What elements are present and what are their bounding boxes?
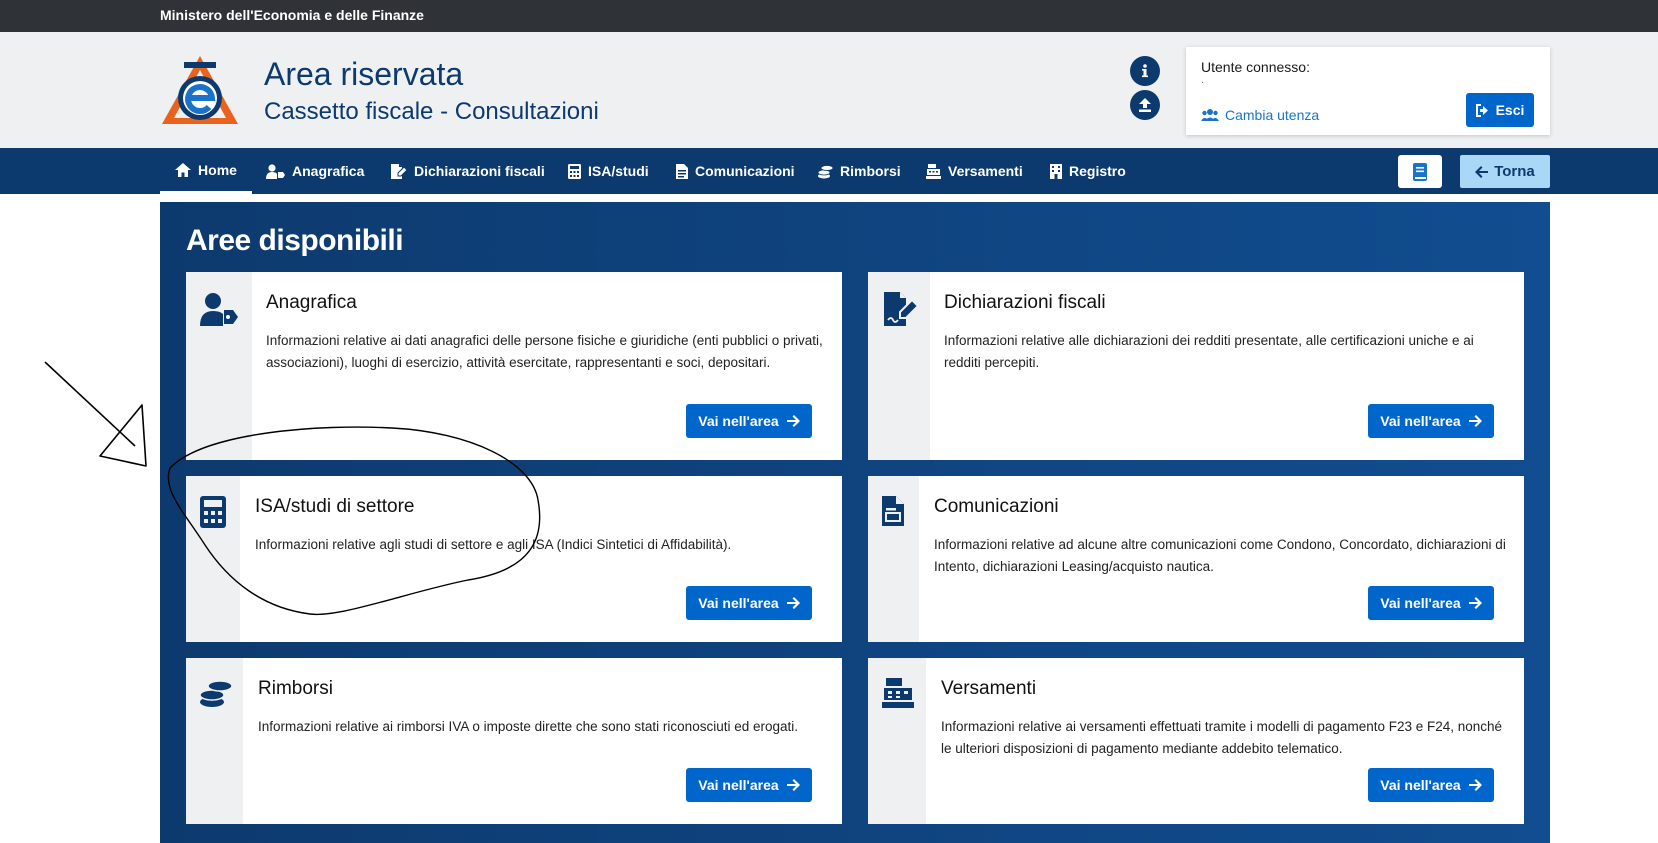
nav-registro-label: Registro — [1069, 163, 1126, 179]
back-button[interactable]: Torna — [1460, 155, 1550, 188]
arrow-right-icon — [1468, 415, 1482, 427]
arrow-right-icon — [1468, 779, 1482, 791]
card-description: Informazioni relative ai rimborsi IVA o … — [258, 719, 798, 734]
card-versamenti: Versamenti Informazioni relative ai vers… — [868, 658, 1524, 824]
home-icon — [175, 162, 192, 177]
main-nav: Home Anagrafica Dichiarazioni fiscali IS… — [0, 148, 1658, 194]
card-description: Informazioni relative agli studi di sett… — [255, 537, 732, 552]
card-dichiarazioni-fiscali: Dichiarazioni fiscali Informazioni relat… — [868, 272, 1524, 460]
nav-versamenti[interactable]: Versamenti — [926, 148, 1023, 194]
go-to-area-label: Vai nell'area — [1380, 777, 1461, 793]
card-anagrafica: Anagrafica Informazioni relative ai dati… — [186, 272, 842, 460]
nav-isa[interactable]: ISA/studi — [568, 148, 649, 194]
card-description: Informazioni relative alle dichiarazioni… — [944, 333, 1474, 370]
go-to-area-label: Vai nell'area — [1380, 413, 1461, 429]
arrow-left-icon — [1475, 165, 1489, 178]
arrow-right-icon — [786, 415, 800, 427]
areas-title: Aree disponibili — [186, 224, 404, 257]
user-tag-icon — [200, 293, 238, 326]
card-description: Informazioni relative ai dati anagrafici… — [266, 333, 823, 370]
card-title: Dichiarazioni fiscali — [944, 292, 1106, 313]
go-to-area-label: Vai nell'area — [698, 413, 779, 429]
user-name-placeholder: · — [1201, 77, 1205, 88]
nav-comunicazioni[interactable]: Comunicazioni — [676, 148, 795, 194]
document-icon — [676, 163, 688, 179]
nav-rimborsi[interactable]: Rimborsi — [818, 148, 901, 194]
nav-home-label: Home — [198, 161, 237, 178]
sign-out-icon — [1475, 103, 1488, 117]
nav-rimborsi-label: Rimborsi — [840, 163, 901, 179]
back-label: Torna — [1494, 163, 1535, 180]
nav-versamenti-label: Versamenti — [948, 163, 1023, 179]
go-to-area-label: Vai nell'area — [1380, 595, 1461, 611]
upload-icon — [1139, 98, 1151, 112]
nav-registro[interactable]: Registro — [1050, 148, 1126, 194]
go-to-area-button[interactable]: Vai nell'area — [1368, 768, 1494, 802]
calculator-icon — [200, 496, 226, 528]
go-to-area-button[interactable]: Vai nell'area — [686, 404, 812, 438]
go-to-area-label: Vai nell'area — [698, 777, 779, 793]
card-description: Informazioni relative ad alcune altre co… — [934, 537, 1506, 574]
nav-isa-label: ISA/studi — [588, 163, 649, 179]
info-button[interactable] — [1130, 56, 1160, 86]
change-user-link[interactable]: Cambia utenza — [1201, 107, 1319, 123]
user-tag-icon — [266, 163, 285, 179]
annotation-arrow — [44, 361, 136, 447]
ministry-name: Ministero dell'Economia e delle Finanze — [160, 7, 424, 23]
book-icon — [1413, 162, 1427, 181]
card-rimborsi: Rimborsi Informazioni relative ai rimbor… — [186, 658, 842, 824]
go-to-area-label: Vai nell'area — [698, 595, 779, 611]
upload-button[interactable] — [1130, 90, 1160, 120]
annotation-arrowhead — [99, 404, 147, 467]
nav-anagrafica[interactable]: Anagrafica — [266, 148, 364, 194]
agenzia-entrate-logo — [162, 56, 238, 124]
ministry-bar: Ministero dell'Economia e delle Finanze — [0, 0, 1658, 32]
file-signature-icon — [884, 292, 918, 326]
file-signature-icon — [391, 163, 407, 179]
calculator-icon — [568, 163, 581, 179]
users-icon — [1201, 109, 1219, 121]
nav-comunicazioni-label: Comunicazioni — [695, 163, 795, 179]
nav-home[interactable]: Home — [160, 148, 252, 194]
card-title: Versamenti — [941, 678, 1037, 699]
user-panel: Utente connesso: · Cambia utenza Esci — [1186, 47, 1550, 135]
available-areas-panel: Aree disponibili Anagrafica Informazioni… — [160, 202, 1550, 843]
card-comunicazioni: Comunicazioni Informazioni relative ad a… — [868, 476, 1524, 642]
cash-register-icon — [926, 163, 941, 179]
logout-button[interactable]: Esci — [1466, 93, 1534, 127]
nav-dichiarazioni-label: Dichiarazioni fiscali — [414, 163, 545, 179]
building-icon — [1050, 163, 1062, 179]
go-to-area-button[interactable]: Vai nell'area — [1368, 586, 1494, 620]
connected-user-label: Utente connesso: — [1201, 59, 1310, 75]
logout-label: Esci — [1495, 102, 1525, 118]
nav-dichiarazioni[interactable]: Dichiarazioni fiscali — [390, 148, 545, 194]
card-description: Informazioni relative ai versamenti effe… — [941, 719, 1503, 756]
manual-button[interactable] — [1398, 155, 1442, 188]
document-icon — [882, 496, 904, 526]
info-icon — [1142, 64, 1148, 78]
go-to-area-button[interactable]: Vai nell'area — [686, 768, 812, 802]
page-subtitle: Cassetto fiscale - Consultazioni — [264, 98, 599, 125]
go-to-area-button[interactable]: Vai nell'area — [1368, 404, 1494, 438]
card-isa-studi: ISA/studi di settore Informazioni relati… — [186, 476, 842, 642]
nav-anagrafica-label: Anagrafica — [292, 163, 365, 179]
coins-icon — [818, 164, 833, 178]
go-to-area-button[interactable]: Vai nell'area — [686, 586, 812, 620]
arrow-right-icon — [786, 597, 800, 609]
page-title: Area riservata — [264, 56, 464, 92]
card-title: Rimborsi — [258, 678, 333, 699]
card-title: ISA/studi di settore — [255, 496, 415, 517]
coins-icon — [200, 680, 232, 707]
card-title: Anagrafica — [266, 292, 357, 313]
change-user-label: Cambia utenza — [1225, 107, 1320, 123]
arrow-right-icon — [786, 779, 800, 791]
header: Area riservata Cassetto fiscale - Consul… — [0, 32, 1658, 148]
card-title: Comunicazioni — [934, 496, 1059, 517]
cash-register-icon — [882, 678, 914, 708]
arrow-right-icon — [1468, 597, 1482, 609]
